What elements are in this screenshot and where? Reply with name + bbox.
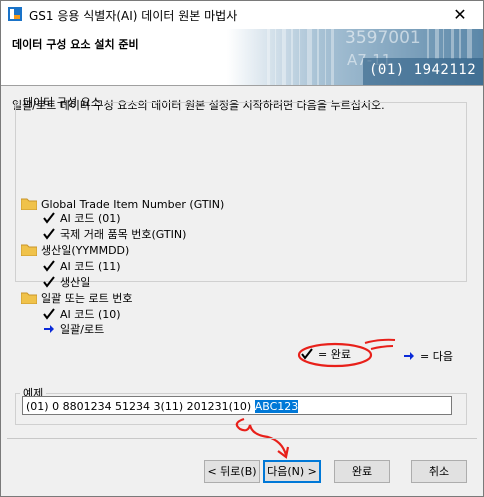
tree-item-label: 일괄/로트 bbox=[60, 323, 105, 336]
folder-icon bbox=[21, 198, 37, 210]
next-button-label: 다음(N) > bbox=[267, 465, 317, 478]
tree-item: AI 코드 (11) bbox=[43, 258, 121, 274]
page-title: 데이터 구성 요소 설치 준비 bbox=[12, 38, 139, 51]
folder-icon bbox=[21, 244, 37, 256]
check-icon bbox=[43, 228, 55, 240]
tree-item-label: 국제 거래 품목 번호(GTIN) bbox=[60, 228, 187, 241]
back-button[interactable]: < 뒤로(B) bbox=[204, 460, 260, 483]
button-separator bbox=[7, 438, 477, 439]
key-done-label: = 완료 bbox=[318, 348, 351, 361]
components-legend: 데이터 구성 요소 bbox=[23, 96, 101, 109]
folder-icon bbox=[21, 292, 37, 304]
key-next-label: = 다음 bbox=[420, 350, 453, 363]
tree-item-label: AI 코드 (01) bbox=[60, 212, 121, 225]
tree-item-label: AI 코드 (10) bbox=[60, 308, 121, 321]
check-icon bbox=[43, 212, 55, 224]
key-done: = 완료 bbox=[301, 346, 351, 362]
tree-group-label: Global Trade Item Number (GTIN) bbox=[41, 197, 225, 211]
finish-button[interactable]: 완료 bbox=[334, 460, 390, 483]
window-title: GS1 응용 식별자(AI) 데이터 원본 마법사 bbox=[29, 9, 238, 23]
cancel-button-label: 취소 bbox=[428, 465, 450, 478]
check-icon bbox=[301, 348, 313, 360]
wizard-header: 3597001 A7-11 데이터 구성 요소 설치 준비 (01) 19421… bbox=[1, 29, 483, 86]
banner-barcode-text: (01) 1942112 bbox=[369, 62, 477, 78]
example-value: (01) 0 8801234 51234 3(11) 201231(10) bbox=[26, 400, 255, 413]
svg-text:3597001: 3597001 bbox=[345, 29, 421, 48]
tree-group-batch-lot: 일괄 또는 로트 번호 bbox=[21, 290, 132, 306]
back-button-label: < 뒤로(B) bbox=[207, 465, 257, 478]
tree-group-label: 일괄 또는 로트 번호 bbox=[41, 292, 133, 305]
close-icon: ✕ bbox=[453, 5, 467, 24]
title-bar: GS1 응용 식별자(AI) 데이터 원본 마법사 ✕ bbox=[1, 1, 483, 29]
close-button[interactable]: ✕ bbox=[437, 1, 483, 29]
tree-group-production-date: 생산일(YYMMDD) bbox=[21, 242, 129, 258]
arrow-right-icon bbox=[44, 325, 54, 333]
tree-item: 생산일 bbox=[43, 274, 90, 290]
tree-item: 국제 거래 품목 번호(GTIN) bbox=[43, 226, 186, 242]
cancel-button[interactable]: 취소 bbox=[411, 460, 467, 483]
example-field[interactable]: (01) 0 8801234 51234 3(11) 201231(10) AB… bbox=[22, 396, 452, 415]
tree-item-label: 생산일 bbox=[60, 276, 91, 289]
tree-item: AI 코드 (10) bbox=[43, 306, 121, 322]
tree-item: AI 코드 (01) bbox=[43, 210, 121, 226]
next-button[interactable]: 다음(N) > bbox=[263, 460, 321, 483]
example-selected-text: ABC123 bbox=[254, 400, 299, 413]
finish-button-label: 완료 bbox=[351, 465, 373, 478]
check-icon bbox=[43, 260, 55, 272]
app-icon bbox=[8, 7, 22, 21]
arrow-right-icon bbox=[404, 352, 414, 360]
check-icon bbox=[43, 308, 55, 320]
tree-item-label: AI 코드 (11) bbox=[60, 260, 121, 273]
tree-item: 일괄/로트 bbox=[43, 321, 104, 337]
key-next: = 다음 bbox=[403, 348, 453, 364]
check-icon bbox=[43, 276, 55, 288]
wizard-window: GS1 응용 식별자(AI) 데이터 원본 마법사 ✕ 3597001 데이터 … bbox=[0, 0, 484, 497]
tree-group-label: 생산일(YYMMDD) bbox=[41, 244, 130, 257]
